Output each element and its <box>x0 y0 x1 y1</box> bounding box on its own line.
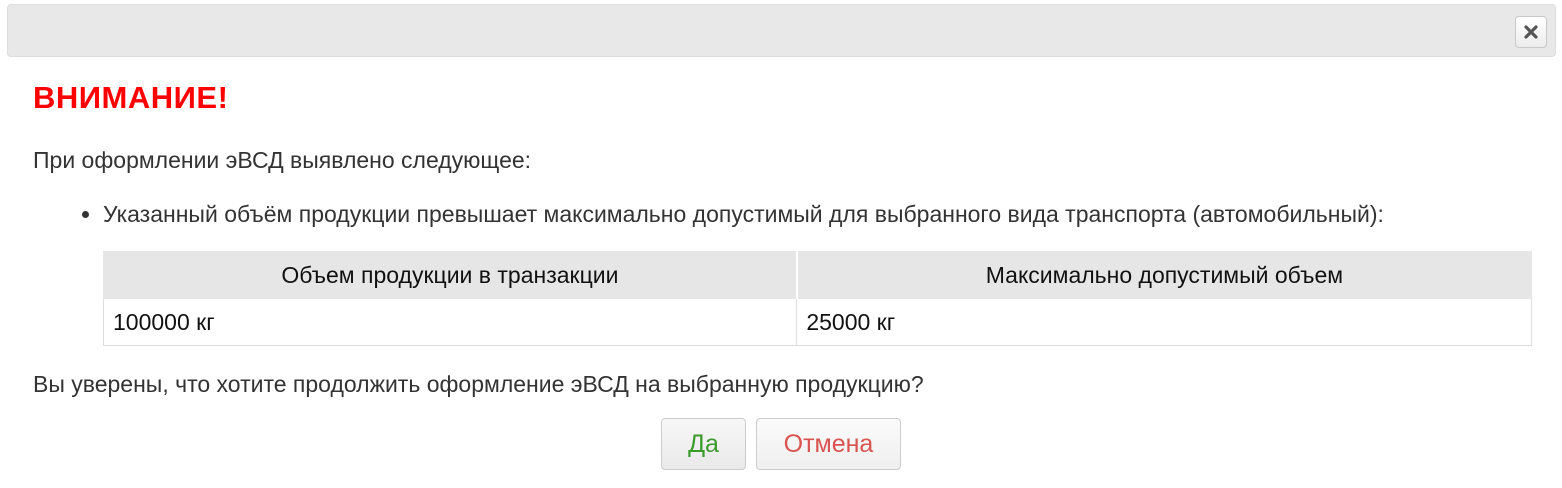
issue-list: Указанный объём продукции превышает макс… <box>33 200 1533 228</box>
volume-table: Объем продукции в транзакции Максимально… <box>102 251 1532 346</box>
confirm-question: Вы уверены, что хотите продолжить оформл… <box>33 371 924 397</box>
max-volume-value: 25000 кг <box>796 298 1532 346</box>
transaction-volume-value: 100000 кг <box>102 298 798 346</box>
button-bar: Да Отмена <box>661 418 901 470</box>
cancel-button[interactable]: Отмена <box>756 418 901 470</box>
yes-button[interactable]: Да <box>661 418 746 470</box>
column-header-transaction-volume: Объем продукции в транзакции <box>102 251 798 299</box>
table-row: 100000 кг 25000 кг <box>102 298 1532 346</box>
table-header-row: Объем продукции в транзакции Максимально… <box>102 251 1532 299</box>
intro-text: При оформлении эВСД выявлено следующее: <box>33 147 532 173</box>
issue-item: Указанный объём продукции превышает макс… <box>103 200 1533 228</box>
confirmation-dialog: ВНИМАНИЕ! При оформлении эВСД выявлено с… <box>0 0 1562 488</box>
close-button[interactable] <box>1515 16 1547 48</box>
column-header-max-volume: Максимально допустимый объем <box>796 251 1532 299</box>
dialog-titlebar <box>7 4 1556 57</box>
warning-title: ВНИМАНИЕ! <box>33 80 229 115</box>
dialog-content: ВНИМАНИЕ! При оформлении эВСД выявлено с… <box>33 58 1533 470</box>
close-icon <box>1524 25 1538 39</box>
